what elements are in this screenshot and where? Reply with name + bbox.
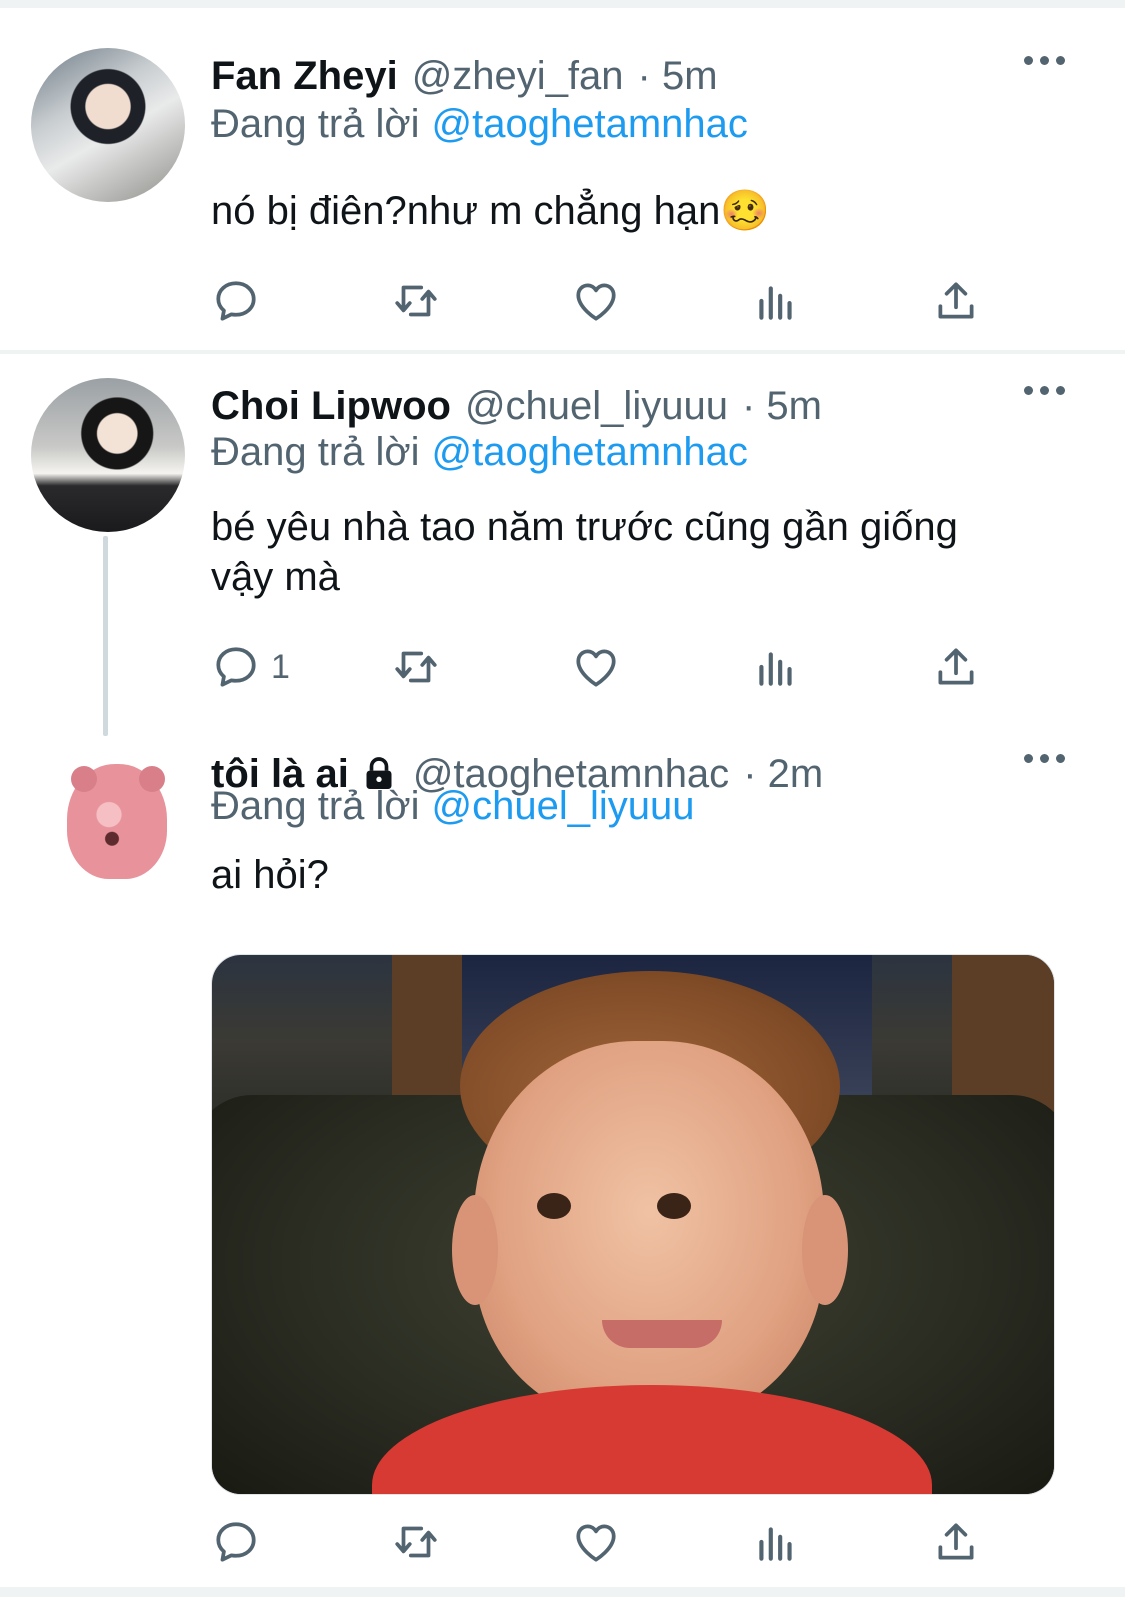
action-bar [211, 1517, 1011, 1567]
replying-to: Đang trả lời @chuel_liyuuu [211, 784, 695, 829]
ear-shape [71, 766, 97, 792]
share-icon [938, 648, 974, 685]
retweet-button[interactable] [391, 1517, 441, 1567]
tweet-thread: Fan Zheyi @zheyi_fan · 5m Đang trả lời @t… [0, 0, 1125, 1597]
reply-button[interactable] [211, 1517, 271, 1567]
top-divider [0, 0, 1125, 8]
reply-button[interactable]: 1 [211, 642, 290, 692]
reply-mention-link[interactable]: @chuel_liyuuu [432, 784, 695, 828]
tweet-header: Choi Lipwoo @chuel_liyuuu · 5m [211, 378, 822, 434]
timestamp[interactable]: · 5m [742, 384, 822, 429]
tweet-media-image[interactable] [211, 954, 1055, 1495]
share-button[interactable] [931, 276, 981, 326]
ear-shape [452, 1195, 498, 1305]
tweet-header: Fan Zheyi @zheyi_fan · 5m [211, 48, 718, 104]
thread-connector-line [103, 536, 108, 736]
display-name[interactable]: Choi Lipwoo [211, 384, 451, 429]
share-icon [938, 282, 974, 319]
like-icon [576, 283, 616, 321]
timestamp[interactable]: · 2m [743, 752, 823, 797]
analytics-button[interactable] [751, 642, 801, 692]
tweet-divider [0, 350, 1125, 354]
avatar[interactable] [31, 48, 185, 202]
action-bar [211, 276, 1011, 326]
tweet-text: ai hỏi? [211, 853, 329, 897]
ear-shape [139, 766, 165, 792]
like-icon [576, 649, 616, 687]
tweet-text-line: bé yêu nhà tao năm trước cũng gần giống [211, 505, 958, 549]
reply-mention-link[interactable]: @taoghetamnhac [432, 102, 748, 146]
replying-to-label: Đang trả lời [211, 784, 420, 828]
bottom-divider [0, 1587, 1125, 1597]
analytics-button[interactable] [751, 276, 801, 326]
share-button[interactable] [931, 642, 981, 692]
ear-shape [802, 1195, 848, 1305]
eye-shape [657, 1193, 691, 1219]
like-button[interactable] [571, 642, 621, 692]
tweet-text-line: vậy mà [211, 555, 340, 599]
like-button[interactable] [571, 276, 621, 326]
user-handle[interactable]: @chuel_liyuuu [465, 384, 728, 429]
retweet-button[interactable] [391, 276, 441, 326]
tweet-text: nó bị điên?như m chẳng hạn🥴 [211, 189, 771, 233]
user-handle[interactable]: @zheyi_fan [412, 54, 624, 99]
eye-shape [537, 1193, 571, 1219]
avatar[interactable] [31, 378, 185, 532]
retweet-icon [395, 1526, 437, 1558]
replying-to-label: Đang trả lời [211, 102, 420, 146]
avatar[interactable] [31, 746, 185, 900]
timestamp[interactable]: · 5m [638, 54, 718, 99]
replying-to-label: Đang trả lời [211, 430, 420, 474]
reply-mention-link[interactable]: @taoghetamnhac [432, 430, 748, 474]
retweet-button[interactable] [391, 642, 441, 692]
display-name[interactable]: Fan Zheyi [211, 54, 398, 99]
analytics-icon [759, 1527, 792, 1561]
reply-icon [216, 647, 256, 687]
share-button[interactable] [931, 1517, 981, 1567]
share-icon [938, 1523, 974, 1560]
reply-icon [216, 281, 256, 321]
more-options-icon[interactable] [1024, 754, 1065, 763]
like-button[interactable] [571, 1517, 621, 1567]
tweet-text: bé yêu nhà tao năm trước cũng gần giống … [211, 502, 1071, 602]
reply-icon [216, 1522, 256, 1562]
reply-count: 1 [271, 647, 290, 686]
analytics-button[interactable] [751, 1517, 801, 1567]
replying-to: Đang trả lời @taoghetamnhac [211, 102, 748, 147]
more-options-icon[interactable] [1024, 56, 1065, 65]
retweet-icon [395, 285, 437, 317]
replying-to: Đang trả lời @taoghetamnhac [211, 430, 748, 475]
action-bar: 1 [211, 642, 1011, 692]
analytics-icon [759, 652, 792, 686]
face-shape [474, 1041, 824, 1421]
like-icon [576, 1524, 616, 1562]
mouth-shape [602, 1320, 722, 1348]
analytics-icon [759, 286, 792, 320]
retweet-icon [395, 651, 437, 683]
reply-button[interactable] [211, 276, 271, 326]
more-options-icon[interactable] [1024, 386, 1065, 395]
